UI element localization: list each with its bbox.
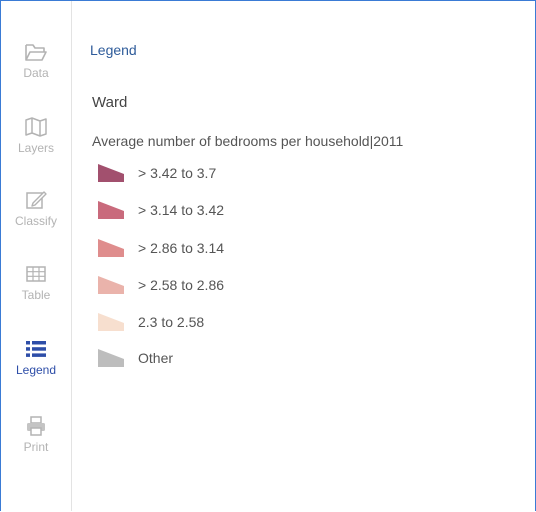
sidebar-item-label: Legend — [15, 363, 57, 377]
printer-icon — [24, 415, 48, 437]
legend-panel: Legend Ward Average number of bedrooms p… — [72, 1, 535, 512]
legend-entry-label: 2.3 to 2.58 — [138, 314, 205, 330]
sidebar: Data Layers Classify Table Legend Print — [1, 1, 72, 511]
sidebar-item-classify[interactable]: Classify — [1, 189, 71, 228]
legend-entry-label: > 2.86 to 3.14 — [138, 240, 225, 256]
sidebar-item-print[interactable]: Print — [1, 415, 71, 454]
legend-entry: 2.3 to 2.58 — [98, 311, 204, 333]
legend-entry: > 3.42 to 3.7 — [98, 162, 216, 184]
sidebar-item-label: Classify — [14, 214, 57, 228]
legend-entry: > 2.58 to 2.86 — [98, 274, 224, 296]
legend-group-title: Ward — [92, 94, 128, 111]
panel-title: Legend — [90, 42, 137, 58]
sidebar-item-label: Table — [21, 288, 51, 302]
legend-swatch — [98, 201, 124, 219]
folder-icon — [24, 41, 48, 63]
legend-swatch — [98, 313, 124, 331]
sidebar-item-table[interactable]: Table — [1, 263, 71, 302]
map-icon — [24, 116, 48, 138]
legend-swatch — [98, 164, 124, 182]
sidebar-item-layers[interactable]: Layers — [1, 116, 71, 155]
list-icon — [24, 338, 48, 360]
sidebar-item-label: Print — [23, 440, 49, 454]
legend-swatch — [98, 239, 124, 257]
legend-swatch — [98, 349, 124, 367]
legend-entry-label: > 2.58 to 2.86 — [138, 277, 225, 293]
sidebar-item-label: Data — [23, 66, 49, 80]
legend-swatch — [98, 276, 124, 294]
legend-entry-label: > 3.14 to 3.42 — [138, 202, 225, 218]
legend-entry: > 3.14 to 3.42 — [98, 199, 224, 221]
table-icon — [24, 263, 48, 285]
legend-entry-label: > 3.42 to 3.7 — [138, 165, 217, 181]
legend-variable-title: Average number of bedrooms per household… — [92, 133, 404, 149]
sidebar-item-data[interactable]: Data — [1, 41, 71, 80]
legend-entry-label: Other — [138, 350, 174, 366]
legend-entry: > 2.86 to 3.14 — [98, 237, 224, 259]
sidebar-item-legend[interactable]: Legend — [1, 338, 71, 377]
edit-icon — [24, 189, 48, 211]
legend-entry: Other — [98, 347, 173, 369]
sidebar-item-label: Layers — [17, 141, 55, 155]
